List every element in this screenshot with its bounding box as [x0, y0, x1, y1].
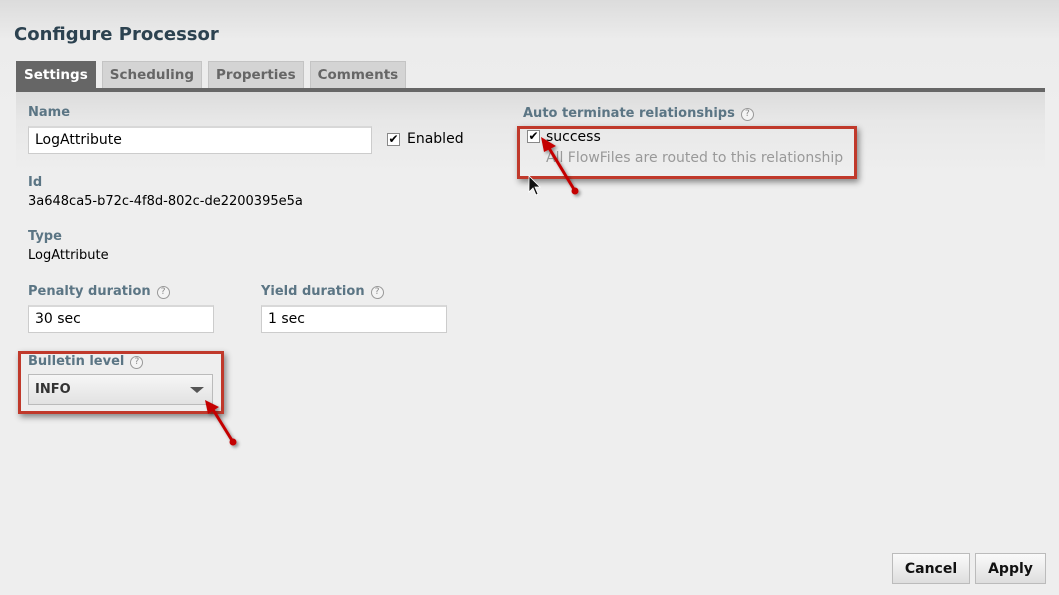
type-label: Type [28, 229, 62, 244]
enabled-label: Enabled [407, 131, 464, 147]
relationship-name: success [546, 129, 601, 145]
dropdown-arrow-icon[interactable] [190, 387, 204, 393]
relationship-description: All FlowFiles are routed to this relatio… [546, 150, 844, 166]
help-icon[interactable]: ? [740, 108, 754, 121]
bulletin-level-select[interactable]: INFO [28, 374, 213, 405]
yield-duration-input[interactable]: 1 sec [261, 305, 447, 333]
id-label: Id [28, 175, 43, 190]
tab-settings[interactable]: Settings [16, 61, 96, 88]
help-icon[interactable]: ? [370, 286, 384, 299]
enabled-checkbox[interactable]: ✔ [387, 133, 400, 146]
name-input[interactable]: LogAttribute [28, 126, 372, 154]
bulletin-level-label: Bulletin level? [28, 354, 144, 369]
penalty-duration-input[interactable]: 30 sec [28, 305, 214, 333]
tab-properties[interactable]: Properties [208, 61, 304, 88]
yield-duration-label: Yield duration? [261, 284, 384, 299]
tab-bar: Settings Scheduling Properties Comments [16, 61, 407, 89]
bulletin-level-text: Bulletin level [28, 354, 125, 369]
apply-button[interactable]: Apply [975, 553, 1046, 584]
yield-duration-text: Yield duration [261, 284, 365, 299]
dialog-title: Configure Processor [14, 24, 219, 45]
help-icon[interactable]: ? [156, 286, 170, 299]
auto-terminate-text: Auto terminate relationships [523, 106, 735, 121]
tab-comments[interactable]: Comments [309, 61, 407, 88]
help-icon[interactable]: ? [130, 356, 144, 369]
type-value: LogAttribute [28, 248, 109, 263]
id-value: 3a648ca5-b72c-4f8d-802c-de2200395e5a [28, 194, 303, 209]
bulletin-level-value: INFO [35, 382, 71, 397]
cancel-button[interactable]: Cancel [892, 553, 970, 584]
auto-terminate-label: Auto terminate relationships? [523, 106, 754, 121]
penalty-duration-text: Penalty duration [28, 284, 151, 299]
name-label: Name [28, 105, 71, 120]
tab-scheduling[interactable]: Scheduling [101, 61, 203, 88]
success-relationship-checkbox[interactable]: ✔ [527, 130, 540, 143]
penalty-duration-label: Penalty duration? [28, 284, 170, 299]
